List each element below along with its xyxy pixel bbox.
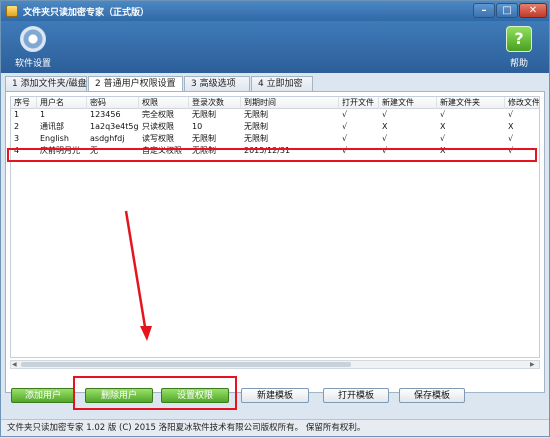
tab-encrypt-now[interactable]: 4 立即加密 [251, 76, 313, 91]
tab-user-permissions[interactable]: 2 普通用户权限设置 [88, 76, 183, 92]
cell-new-folder: X [440, 122, 446, 131]
col-open-file[interactable]: 打开文件 [339, 97, 379, 109]
scroll-right-icon[interactable]: ▶ [530, 361, 538, 368]
new-template-button[interactable]: 新建模板 [241, 388, 309, 403]
annotation-row-highlight [7, 148, 537, 162]
gear-icon [20, 26, 46, 52]
cell-modify-file: √ [508, 110, 514, 119]
add-user-button[interactable]: 添加用户 [11, 388, 75, 403]
cell-new-folder: √ [440, 110, 446, 119]
cell-new-folder: √ [440, 134, 446, 143]
status-bar: 文件夹只读加密专家 1.02 版 (C) 2015 洛阳夏冰软件技术有限公司版权… [1, 419, 549, 436]
col-permission[interactable]: 权限 [139, 97, 189, 109]
cell-index: 1 [14, 110, 20, 119]
col-new-folder[interactable]: 新建文件夹 [437, 97, 505, 109]
cell-login-count: 无限制 [192, 110, 216, 119]
tab-strip: 1 添加文件夹/磁盘 2 普通用户权限设置 3 高级选项 4 立即加密 [5, 76, 545, 92]
cell-login-count: 10 [192, 122, 203, 131]
app-window: 文件夹只读加密专家（正式版） – □ ✕ 软件设置 ? 帮助 1 添加文件夹/磁… [0, 0, 550, 437]
toolbar: 软件设置 ? 帮助 [1, 21, 549, 73]
close-button[interactable]: ✕ [519, 3, 547, 18]
settings-button[interactable]: 软件设置 [3, 23, 63, 73]
maximize-button[interactable]: □ [496, 3, 518, 18]
open-template-button[interactable]: 打开模板 [323, 388, 389, 403]
col-login-count[interactable]: 登录次数 [189, 97, 241, 109]
user-table: 序号 用户名 密码 权限 登录次数 到期时间 打开文件 新建文件 新建文件夹 修… [10, 96, 540, 358]
cell-index: 2 [14, 122, 20, 131]
cell-new-file: X [382, 122, 388, 131]
scroll-left-icon[interactable]: ◀ [12, 361, 20, 368]
cell-permission: 只读权限 [142, 122, 174, 131]
tab-advanced-options[interactable]: 3 高级选项 [184, 76, 250, 91]
annotation-button-highlight [73, 376, 237, 410]
cell-new-file: √ [382, 134, 388, 143]
cell-open-file: √ [342, 122, 348, 131]
cell-username: 1 [40, 110, 46, 119]
title-bar[interactable]: 文件夹只读加密专家（正式版） – □ ✕ [1, 1, 549, 21]
minimize-button[interactable]: – [473, 3, 495, 18]
cell-password: 123456 [90, 110, 121, 119]
cell-expiry: 无限制 [244, 134, 268, 143]
cell-password: asdghfdj [90, 134, 125, 143]
table-row[interactable]: 3 English asdghfdj 读写权限 无限制 无限制 √ √ √ √ [11, 133, 539, 145]
permissions-panel: 序号 用户名 密码 权限 登录次数 到期时间 打开文件 新建文件 新建文件夹 修… [5, 91, 545, 393]
col-password[interactable]: 密码 [87, 97, 139, 109]
cell-new-file: √ [382, 110, 388, 119]
cell-password: 1a2q3e4t5g [90, 122, 139, 131]
table-header: 序号 用户名 密码 权限 登录次数 到期时间 打开文件 新建文件 新建文件夹 修… [11, 97, 539, 109]
horizontal-scrollbar[interactable]: ◀ ▶ [10, 360, 540, 369]
table-row[interactable]: 2 通讯部 1a2q3e4t5g 只读权限 10 无限制 √ X X X [11, 121, 539, 133]
cell-username: 通讯部 [40, 122, 64, 131]
col-new-file[interactable]: 新建文件 [379, 97, 437, 109]
cell-index: 3 [14, 134, 20, 143]
cell-expiry: 无限制 [244, 122, 268, 131]
col-index[interactable]: 序号 [11, 97, 37, 109]
app-icon [6, 5, 18, 17]
save-template-button[interactable]: 保存模板 [399, 388, 465, 403]
col-username[interactable]: 用户名 [37, 97, 87, 109]
cell-modify-file: X [508, 122, 514, 131]
cell-open-file: √ [342, 134, 348, 143]
col-expiry[interactable]: 到期时间 [241, 97, 339, 109]
help-icon: ? [506, 26, 532, 52]
scroll-thumb[interactable] [21, 362, 351, 367]
cell-permission: 读写权限 [142, 134, 174, 143]
help-label: 帮助 [509, 59, 528, 69]
cell-permission: 完全权限 [142, 110, 174, 119]
cell-open-file: √ [342, 110, 348, 119]
settings-label: 软件设置 [14, 59, 51, 69]
tab-add-folder[interactable]: 1 添加文件夹/磁盘 [5, 76, 87, 91]
help-button[interactable]: ? 帮助 [489, 23, 549, 73]
window-title: 文件夹只读加密专家（正式版） [23, 8, 150, 18]
cell-expiry: 无限制 [244, 110, 268, 119]
cell-username: English [40, 134, 69, 143]
table-row[interactable]: 1 1 123456 完全权限 无限制 无限制 √ √ √ √ [11, 109, 539, 121]
col-modify-file[interactable]: 修改文件 [505, 97, 539, 109]
cell-login-count: 无限制 [192, 134, 216, 143]
cell-modify-file: √ [508, 134, 514, 143]
